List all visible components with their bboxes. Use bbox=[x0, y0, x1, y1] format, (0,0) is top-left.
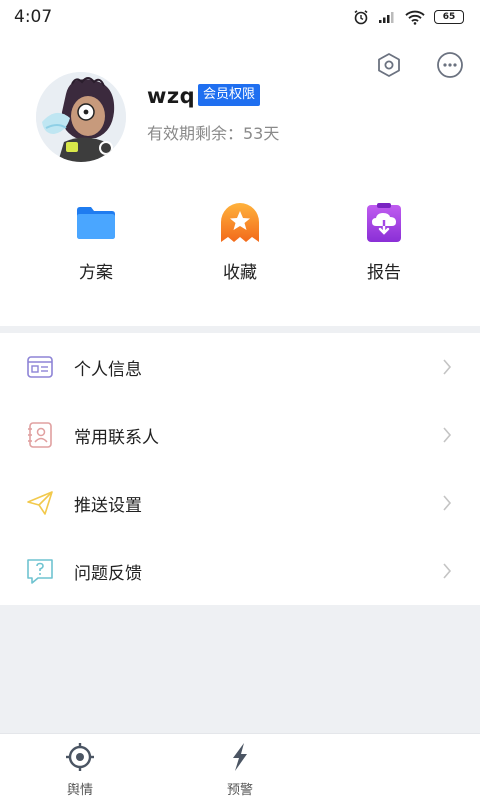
alarm-icon bbox=[354, 10, 368, 25]
menu-item-label: 推送设置 bbox=[74, 495, 142, 516]
tab-early-warning[interactable]: 预警 bbox=[200, 742, 280, 798]
lightning-icon bbox=[233, 743, 247, 771]
target-icon bbox=[66, 743, 94, 771]
status-bar: 4:07 65 bbox=[0, 0, 480, 34]
hexagon-nut-icon bbox=[378, 53, 400, 77]
id-card-icon bbox=[27, 356, 53, 378]
settings-menu: 个人信息 常用联系人 推送设置 问题反馈 bbox=[0, 333, 480, 605]
settings-button[interactable] bbox=[374, 50, 404, 80]
message-button[interactable] bbox=[435, 50, 465, 80]
menu-item-contacts[interactable]: 常用联系人 bbox=[0, 401, 480, 469]
quick-action-report[interactable]: 报告 bbox=[334, 202, 434, 283]
menu-item-label: 个人信息 bbox=[74, 359, 142, 380]
status-icons: 65 bbox=[353, 9, 464, 25]
quick-action-label: 报告 bbox=[367, 263, 401, 283]
contacts-book-icon bbox=[28, 422, 52, 448]
paper-plane-icon bbox=[27, 491, 53, 515]
quick-action-label: 方案 bbox=[79, 263, 113, 283]
member-badge: 会员权限 bbox=[198, 84, 261, 106]
quick-action-label: 收藏 bbox=[223, 263, 257, 283]
tab-label: 预警 bbox=[226, 783, 253, 798]
wifi-icon bbox=[405, 10, 425, 25]
profile-area: wzq 会员权限 有效期剩余：53天 方案 收藏 报告 bbox=[0, 34, 480, 326]
chevron-right-icon bbox=[443, 495, 452, 511]
quick-action-plan[interactable]: 方案 bbox=[46, 202, 146, 283]
star-bookmark-icon bbox=[221, 203, 259, 242]
chevron-right-icon bbox=[443, 563, 452, 579]
tab-label: 舆情 bbox=[66, 783, 93, 798]
menu-item-label: 常用联系人 bbox=[74, 427, 159, 448]
tab-public-opinion[interactable]: 舆情 bbox=[40, 742, 120, 798]
question-bubble-icon bbox=[27, 559, 53, 584]
status-time: 4:07 bbox=[14, 7, 53, 27]
chevron-right-icon bbox=[443, 427, 452, 443]
avatar-illustration bbox=[36, 72, 126, 162]
menu-item-label: 问题反馈 bbox=[74, 563, 142, 584]
username: wzq bbox=[147, 84, 196, 108]
avatar[interactable] bbox=[36, 72, 126, 162]
signal-icon bbox=[379, 12, 394, 23]
menu-item-feedback[interactable]: 问题反馈 bbox=[0, 537, 480, 605]
bottom-tab-bar: 舆情 预警 bbox=[0, 733, 480, 800]
menu-item-push-settings[interactable]: 推送设置 bbox=[0, 469, 480, 537]
chat-bubble-icon bbox=[437, 52, 463, 78]
quick-action-favorites[interactable]: 收藏 bbox=[190, 202, 290, 283]
membership-validity: 有效期剩余：53天 bbox=[147, 124, 280, 143]
cloud-download-icon bbox=[367, 203, 401, 242]
chevron-right-icon bbox=[443, 359, 452, 375]
folder-icon bbox=[77, 207, 115, 239]
menu-item-profile-info[interactable]: 个人信息 bbox=[0, 333, 480, 401]
battery-indicator: 65 bbox=[434, 10, 464, 24]
